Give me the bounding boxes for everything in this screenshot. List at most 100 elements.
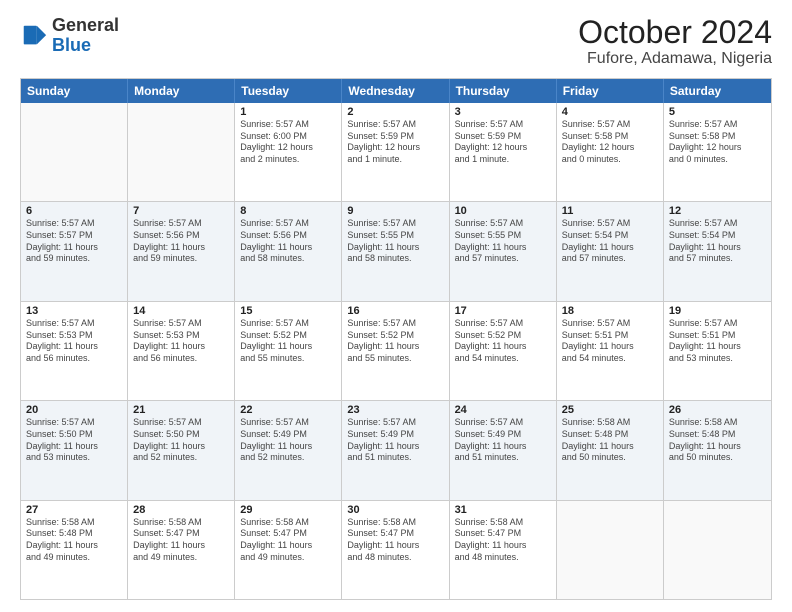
cell-line: Daylight: 11 hours [133, 540, 229, 552]
cell-line: Sunset: 5:52 PM [347, 330, 443, 342]
cell-line: Sunrise: 5:57 AM [562, 318, 658, 330]
day-cell-15: 15Sunrise: 5:57 AMSunset: 5:52 PMDayligh… [235, 302, 342, 400]
day-cell-9: 9Sunrise: 5:57 AMSunset: 5:55 PMDaylight… [342, 202, 449, 300]
cell-line: Sunrise: 5:57 AM [26, 318, 122, 330]
cell-line: Daylight: 11 hours [240, 341, 336, 353]
day-cell-11: 11Sunrise: 5:57 AMSunset: 5:54 PMDayligh… [557, 202, 664, 300]
day-number: 13 [26, 305, 122, 317]
cell-line: Sunrise: 5:57 AM [240, 119, 336, 131]
day-number: 15 [240, 305, 336, 317]
day-number: 11 [562, 205, 658, 217]
day-number: 26 [669, 404, 766, 416]
cell-line: Sunrise: 5:57 AM [347, 119, 443, 131]
day-cell-29: 29Sunrise: 5:58 AMSunset: 5:47 PMDayligh… [235, 501, 342, 599]
cell-line: Sunrise: 5:57 AM [669, 218, 766, 230]
header-cell-wednesday: Wednesday [342, 79, 449, 103]
cell-line: Sunset: 5:49 PM [455, 429, 551, 441]
cell-line: Sunset: 5:48 PM [669, 429, 766, 441]
logo-icon [20, 22, 48, 50]
header-cell-monday: Monday [128, 79, 235, 103]
cell-line: and 49 minutes. [133, 552, 229, 564]
cell-line: Sunset: 5:54 PM [669, 230, 766, 242]
header-cell-friday: Friday [557, 79, 664, 103]
cell-line: and 1 minute. [347, 154, 443, 166]
day-number: 24 [455, 404, 551, 416]
cell-line: and 1 minute. [455, 154, 551, 166]
cell-line: and 55 minutes. [240, 353, 336, 365]
cell-line: Daylight: 11 hours [133, 242, 229, 254]
cell-line: Daylight: 12 hours [669, 142, 766, 154]
calendar-row-4: 27Sunrise: 5:58 AMSunset: 5:48 PMDayligh… [21, 500, 771, 599]
day-number: 25 [562, 404, 658, 416]
cell-line: Sunset: 5:57 PM [26, 230, 122, 242]
day-number: 5 [669, 106, 766, 118]
day-cell-18: 18Sunrise: 5:57 AMSunset: 5:51 PMDayligh… [557, 302, 664, 400]
cell-line: Daylight: 11 hours [347, 242, 443, 254]
cell-line: Sunrise: 5:57 AM [240, 417, 336, 429]
cell-line: Sunrise: 5:57 AM [133, 218, 229, 230]
calendar-body: 1Sunrise: 5:57 AMSunset: 6:00 PMDaylight… [21, 103, 771, 599]
cell-line: Sunset: 5:52 PM [240, 330, 336, 342]
cell-line: Sunrise: 5:57 AM [562, 119, 658, 131]
cell-line: Daylight: 11 hours [455, 242, 551, 254]
cell-line: Sunrise: 5:58 AM [562, 417, 658, 429]
empty-cell [557, 501, 664, 599]
cell-line: Daylight: 11 hours [26, 441, 122, 453]
day-number: 31 [455, 504, 551, 516]
cell-line: and 49 minutes. [26, 552, 122, 564]
day-number: 21 [133, 404, 229, 416]
day-number: 7 [133, 205, 229, 217]
cell-line: Sunrise: 5:58 AM [347, 517, 443, 529]
cell-line: Daylight: 11 hours [26, 242, 122, 254]
empty-cell [128, 103, 235, 201]
cell-line: Sunrise: 5:57 AM [455, 218, 551, 230]
cell-line: Daylight: 11 hours [562, 441, 658, 453]
header-cell-tuesday: Tuesday [235, 79, 342, 103]
day-number: 16 [347, 305, 443, 317]
day-cell-5: 5Sunrise: 5:57 AMSunset: 5:58 PMDaylight… [664, 103, 771, 201]
day-number: 22 [240, 404, 336, 416]
cell-line: and 57 minutes. [562, 253, 658, 265]
day-number: 12 [669, 205, 766, 217]
cell-line: Daylight: 11 hours [133, 341, 229, 353]
cell-line: Daylight: 11 hours [347, 540, 443, 552]
cell-line: and 55 minutes. [347, 353, 443, 365]
cell-line: Daylight: 11 hours [240, 441, 336, 453]
day-cell-23: 23Sunrise: 5:57 AMSunset: 5:49 PMDayligh… [342, 401, 449, 499]
day-cell-6: 6Sunrise: 5:57 AMSunset: 5:57 PMDaylight… [21, 202, 128, 300]
cell-line: and 54 minutes. [455, 353, 551, 365]
day-number: 27 [26, 504, 122, 516]
cell-line: Sunrise: 5:58 AM [133, 517, 229, 529]
day-cell-31: 31Sunrise: 5:58 AMSunset: 5:47 PMDayligh… [450, 501, 557, 599]
day-number: 9 [347, 205, 443, 217]
day-number: 23 [347, 404, 443, 416]
cell-line: and 58 minutes. [240, 253, 336, 265]
cell-line: Daylight: 11 hours [347, 341, 443, 353]
cell-line: Sunrise: 5:57 AM [455, 119, 551, 131]
cell-line: Sunset: 5:53 PM [26, 330, 122, 342]
cell-line: Sunrise: 5:57 AM [669, 119, 766, 131]
cell-line: Sunset: 5:51 PM [669, 330, 766, 342]
cell-line: Sunrise: 5:57 AM [347, 417, 443, 429]
cell-line: Sunrise: 5:58 AM [455, 517, 551, 529]
day-number: 29 [240, 504, 336, 516]
cell-line: Daylight: 11 hours [562, 242, 658, 254]
cell-line: Daylight: 11 hours [133, 441, 229, 453]
day-cell-19: 19Sunrise: 5:57 AMSunset: 5:51 PMDayligh… [664, 302, 771, 400]
header-cell-saturday: Saturday [664, 79, 771, 103]
cell-line: and 56 minutes. [133, 353, 229, 365]
day-cell-17: 17Sunrise: 5:57 AMSunset: 5:52 PMDayligh… [450, 302, 557, 400]
cell-line: Sunset: 5:55 PM [347, 230, 443, 242]
cell-line: Sunrise: 5:57 AM [669, 318, 766, 330]
day-number: 20 [26, 404, 122, 416]
cell-line: Daylight: 12 hours [240, 142, 336, 154]
day-cell-20: 20Sunrise: 5:57 AMSunset: 5:50 PMDayligh… [21, 401, 128, 499]
calendar: SundayMondayTuesdayWednesdayThursdayFrid… [20, 78, 772, 600]
day-cell-14: 14Sunrise: 5:57 AMSunset: 5:53 PMDayligh… [128, 302, 235, 400]
day-number: 19 [669, 305, 766, 317]
cell-line: and 57 minutes. [455, 253, 551, 265]
day-number: 30 [347, 504, 443, 516]
day-number: 6 [26, 205, 122, 217]
cell-line: Sunset: 5:51 PM [562, 330, 658, 342]
day-cell-13: 13Sunrise: 5:57 AMSunset: 5:53 PMDayligh… [21, 302, 128, 400]
